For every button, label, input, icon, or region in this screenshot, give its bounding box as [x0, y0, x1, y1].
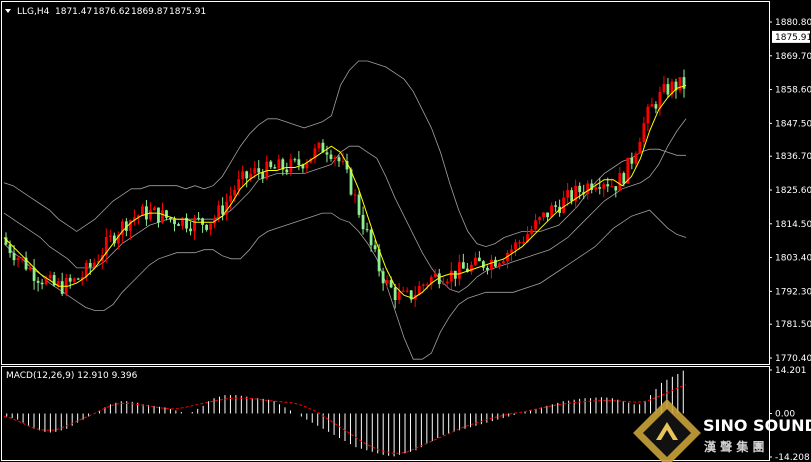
ohlc-close: 1875.91 [169, 7, 206, 17]
watermark-chinese: 漢 聲 集 團 [704, 439, 765, 454]
ohlc-low: 1869.87 [131, 7, 168, 17]
price-tick-label: 1880.80 [775, 18, 811, 28]
macd-tick-label: -14.208 [775, 453, 810, 462]
ohlc-high: 1876.62 [93, 7, 130, 17]
candle [357, 191, 361, 218]
price-tick-label: 1858.60 [775, 86, 811, 96]
price-tick-label: 1781.50 [775, 320, 811, 330]
price-tick-label: 1847.50 [775, 119, 811, 129]
price-tick-label: 1869.70 [775, 52, 811, 62]
price-tick-label: 1803.40 [775, 254, 811, 264]
macd-label: MACD(12,26,9) 12.910 9.396 [6, 371, 138, 381]
current-price-label: 1875.91 [775, 33, 811, 43]
price-tick-label: 1770.40 [775, 354, 811, 364]
symbol-label: LLG,H4 [17, 7, 50, 17]
macd-tick-label: 14.201 [775, 366, 807, 376]
price-tick-label: 1825.60 [775, 186, 811, 196]
price-tick-label: 1814.50 [775, 220, 811, 230]
trading-chart[interactable]: 1880.80 1869.70 1858.60 1847.50 1836.70 1825.… [0, 0, 811, 462]
price-tick-label: 1792.30 [775, 287, 811, 297]
price-tick-label: 1836.70 [775, 152, 811, 162]
watermark-brand: SINO SOUND [703, 416, 811, 435]
ohlc-open: 1871.47 [55, 7, 92, 17]
